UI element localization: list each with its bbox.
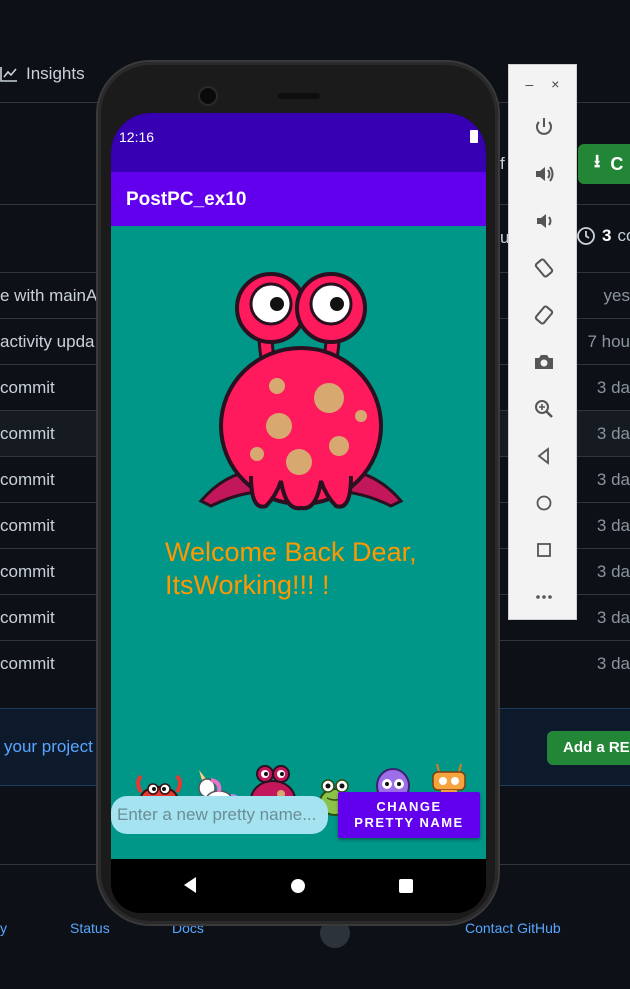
commit-age: 3 da xyxy=(596,378,630,397)
phone-screen: 12:16 PostPC_ex10 Welcome Back Dear, Its… xyxy=(111,113,486,913)
rotate-left-button[interactable] xyxy=(509,244,578,291)
volume-up-icon xyxy=(535,165,553,182)
graph-icon xyxy=(0,67,17,82)
home-button[interactable] xyxy=(509,479,578,526)
commit-message[interactable]: commit xyxy=(0,503,55,549)
camera-icon xyxy=(534,354,553,369)
overview-icon xyxy=(536,542,551,557)
commit-message[interactable]: activity upda xyxy=(0,319,95,365)
commit-message[interactable]: commit xyxy=(0,457,55,503)
home-icon xyxy=(536,495,551,510)
stub-text: f xyxy=(500,154,505,173)
commit-message[interactable]: commit xyxy=(0,549,55,595)
commits-link[interactable]: 3 co xyxy=(576,226,630,246)
power-icon xyxy=(535,117,552,135)
insights-label: Insights xyxy=(26,64,85,83)
overview-button[interactable] xyxy=(509,526,578,573)
rotate-right-button[interactable] xyxy=(509,291,578,338)
commits-count: 3 xyxy=(602,226,612,245)
code-download-button[interactable]: ⭳ C xyxy=(578,144,630,184)
app-bar: PostPC_ex10 xyxy=(111,172,486,226)
change-button-line1: CHANGE xyxy=(376,799,442,814)
commit-message[interactable]: commit xyxy=(0,641,55,687)
readme-prompt: your project xyxy=(4,737,93,756)
app-title: PostPC_ex10 xyxy=(126,189,247,210)
change-pretty-name-button[interactable]: CHANGE PRETTY NAME xyxy=(338,792,480,838)
android-nav-bar xyxy=(111,859,486,913)
power-button[interactable] xyxy=(509,103,578,150)
volume-up-button[interactable] xyxy=(509,150,578,197)
commit-message[interactable]: commit xyxy=(0,365,55,411)
footer-contact-link[interactable]: Contact GitHub xyxy=(465,920,561,936)
main-content: Welcome Back Dear, ItsWorking!!! ! xyxy=(111,226,486,859)
front-camera xyxy=(200,88,216,104)
earpiece-speaker xyxy=(278,93,320,99)
volume-down-icon xyxy=(536,213,551,228)
footer-link[interactable]: y xyxy=(0,920,7,936)
nav-recents-icon[interactable] xyxy=(399,879,413,893)
rotate-left-icon xyxy=(534,257,553,278)
back-icon xyxy=(537,446,549,465)
minimize-button[interactable]: – xyxy=(526,76,534,92)
commit-age: yes xyxy=(603,286,630,305)
more-icon xyxy=(535,594,552,599)
code-button-label: C xyxy=(610,153,624,174)
commit-age: 3 da xyxy=(596,654,630,673)
close-button[interactable]: × xyxy=(551,76,559,92)
footer-status-link[interactable]: Status xyxy=(70,920,110,936)
nav-home-icon[interactable] xyxy=(291,879,305,893)
add-readme-button[interactable]: Add a REA xyxy=(547,731,630,765)
rotate-right-icon xyxy=(534,304,553,325)
change-button-line2: PRETTY NAME xyxy=(354,815,464,830)
commit-age: 3 da xyxy=(596,562,630,581)
screenshot-button[interactable] xyxy=(509,338,578,385)
status-bar: 12:16 xyxy=(111,113,486,172)
commit-message[interactable]: commit xyxy=(0,595,55,641)
zoom-icon xyxy=(534,399,553,418)
zoom-button[interactable] xyxy=(509,385,578,432)
commit-message[interactable]: e with mainAc xyxy=(0,273,106,319)
emulator-toolbar: – × xyxy=(508,64,577,620)
back-button[interactable] xyxy=(509,432,578,479)
download-icon: ⭳ xyxy=(594,151,601,171)
commit-age: 3 da xyxy=(596,516,630,535)
welcome-text: Welcome Back Dear, ItsWorking!!! ! xyxy=(165,537,417,600)
commit-age: 7 hou xyxy=(587,332,630,351)
commit-age: 3 da xyxy=(596,424,630,443)
history-icon xyxy=(577,227,595,245)
more-button[interactable] xyxy=(509,573,578,620)
pink-monster-image xyxy=(198,272,404,511)
pretty-name-input[interactable] xyxy=(111,796,328,834)
status-time: 12:16 xyxy=(119,129,155,145)
insights-tab[interactable]: Insights xyxy=(0,60,85,88)
commit-age: 3 da xyxy=(596,608,630,627)
battery-icon xyxy=(470,130,478,143)
commit-age: 3 da xyxy=(596,470,630,489)
commits-suffix: co xyxy=(617,226,630,245)
volume-down-button[interactable] xyxy=(509,197,578,244)
commit-message[interactable]: commit xyxy=(0,411,55,457)
nav-back-icon[interactable] xyxy=(182,876,198,894)
emulator-window-controls: – × xyxy=(509,65,576,103)
